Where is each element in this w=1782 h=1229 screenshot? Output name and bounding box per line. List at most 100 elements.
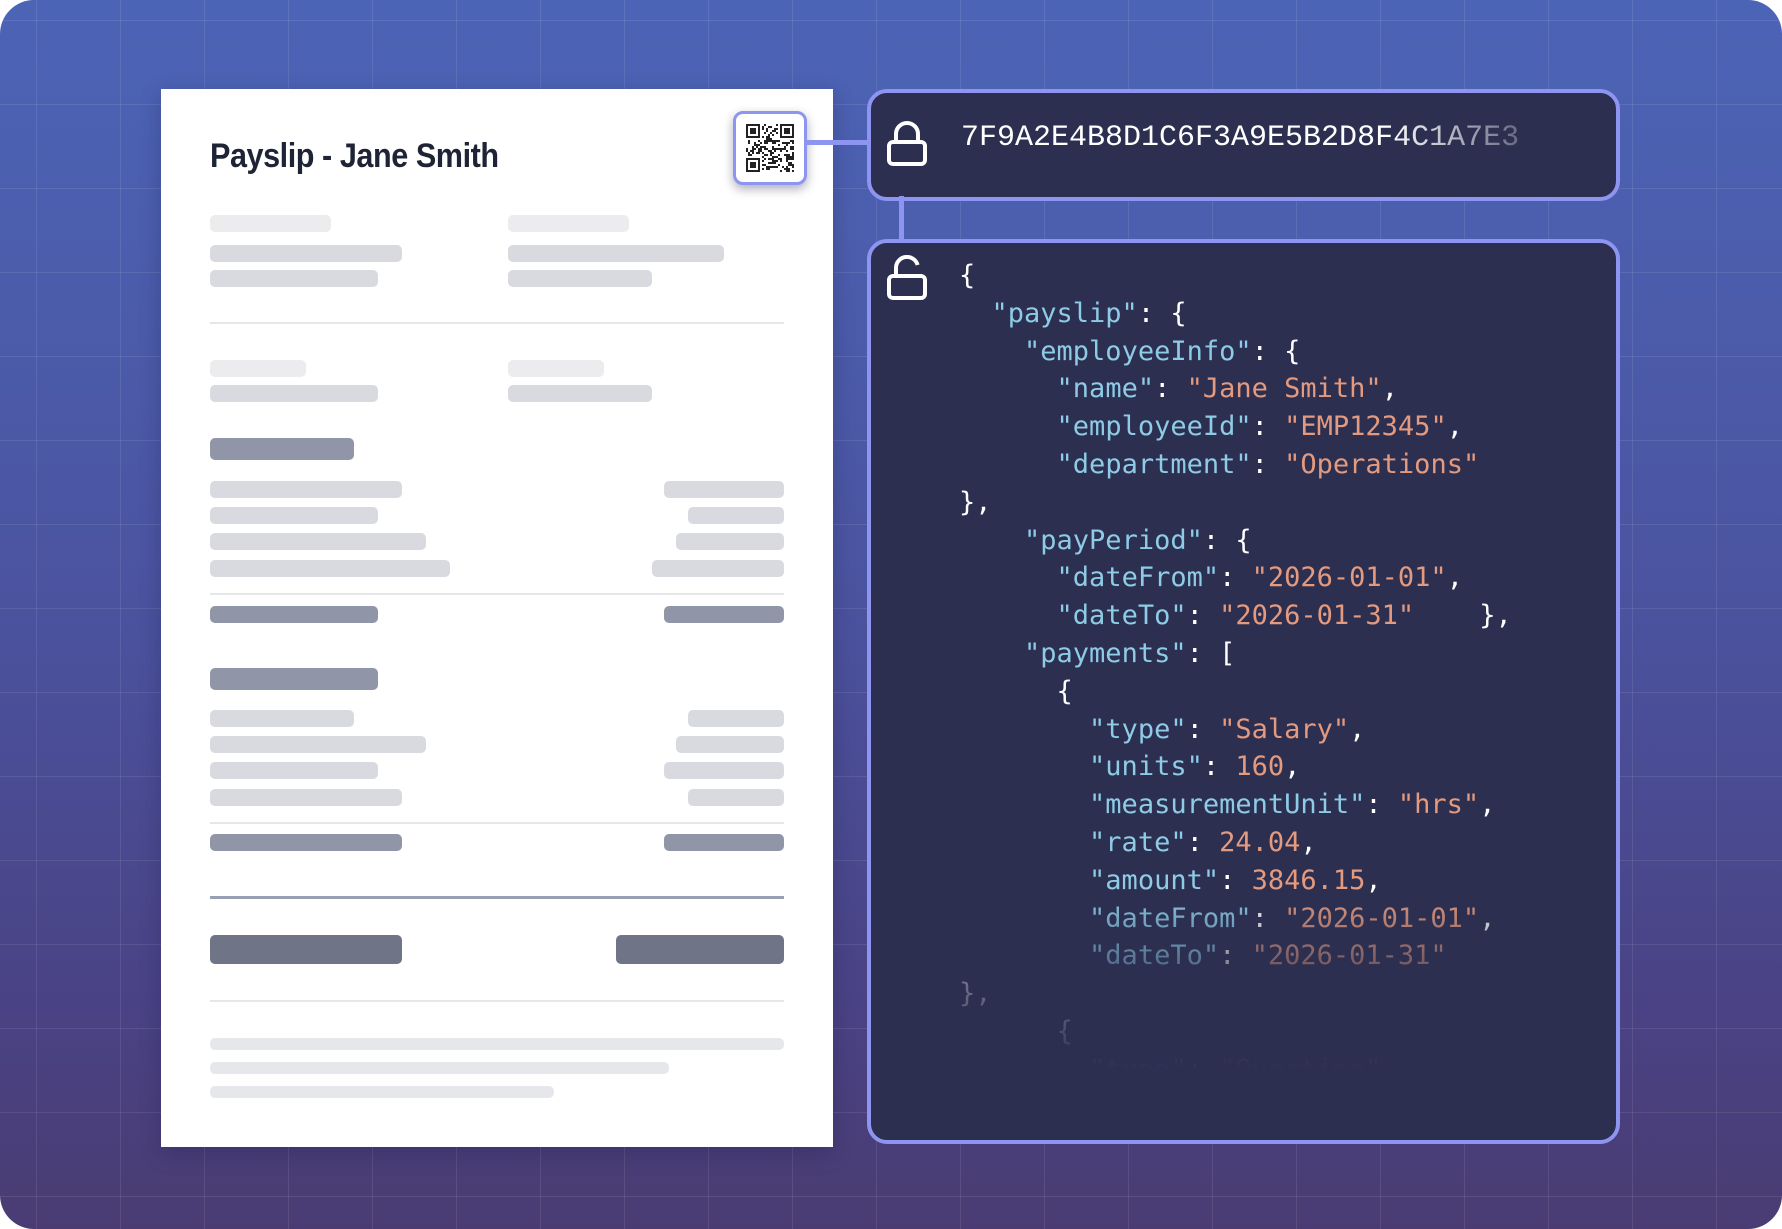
json-punctuation: ,	[1381, 373, 1398, 405]
code-line: "payPeriod": {	[959, 525, 1252, 556]
document-title: Payslip - Jane Smith	[210, 137, 499, 175]
json-punctuation: ,	[1446, 562, 1463, 594]
json-value: "2026-01-31"	[1219, 600, 1415, 632]
json-punctuation: },	[959, 486, 992, 518]
placeholder-value	[676, 533, 784, 550]
json-key: "amount"	[1089, 864, 1220, 896]
json-punctuation: :	[1186, 600, 1220, 632]
placeholder-line	[210, 245, 402, 262]
json-punctuation	[959, 336, 1024, 367]
placeholder-line	[210, 533, 426, 550]
json-punctuation	[959, 714, 1089, 745]
json-punctuation: {	[959, 1015, 1073, 1047]
code-line: "employeeId": "EMP12345",	[959, 411, 1463, 442]
json-code-block: { "payslip": { "employeeInfo": { "name":…	[959, 257, 1512, 1089]
json-value: "EMP12345"	[1284, 411, 1447, 443]
placeholder-line	[210, 710, 354, 727]
placeholder-line	[210, 360, 306, 377]
json-punctuation	[959, 411, 1057, 442]
connector-line	[899, 196, 904, 242]
json-punctuation	[959, 789, 1089, 820]
json-punctuation: :	[1186, 1053, 1220, 1085]
json-punctuation: :	[1219, 562, 1252, 594]
total-label-placeholder	[210, 935, 402, 964]
code-line: "dateTo": "2026-01-31"	[959, 940, 1447, 971]
lock-closed-icon	[887, 121, 927, 166]
json-punctuation	[959, 638, 1024, 669]
divider	[210, 593, 784, 595]
code-line: "amount": 3846.15,	[959, 865, 1382, 896]
placeholder-line	[210, 481, 402, 498]
divider	[210, 822, 784, 824]
code-line: {	[959, 1016, 1073, 1047]
placeholder-line	[210, 762, 378, 779]
json-punctuation: : {	[1251, 335, 1301, 367]
json-key: "payments"	[1024, 637, 1187, 669]
json-punctuation: :	[1251, 902, 1285, 934]
json-key: "name"	[1056, 373, 1155, 405]
json-punctuation: : {	[1137, 297, 1187, 329]
placeholder-line	[210, 789, 402, 806]
json-punctuation	[959, 865, 1089, 896]
lock-open-icon	[887, 255, 927, 300]
json-punctuation: {	[959, 675, 1073, 707]
code-line: "name": "Jane Smith",	[959, 373, 1398, 404]
code-line: "dateFrom": "2026-01-01",	[959, 903, 1495, 934]
code-line: "dateFrom": "2026-01-01",	[959, 562, 1463, 593]
json-value: 160	[1235, 751, 1285, 783]
json-punctuation: ,	[1479, 789, 1496, 821]
json-value: "Salary"	[1219, 713, 1350, 745]
json-punctuation: :	[1186, 713, 1220, 745]
code-line: "payslip": {	[959, 298, 1187, 329]
code-line: "dateTo": "2026-01-31" },	[959, 600, 1512, 631]
json-key: "payPeriod"	[1024, 524, 1203, 556]
code-line: },	[959, 978, 992, 1009]
placeholder-line	[508, 360, 604, 377]
placeholder-line	[210, 736, 426, 753]
json-value: "Jane Smith"	[1186, 373, 1382, 405]
json-key: "payslip"	[991, 297, 1138, 329]
json-punctuation	[959, 1054, 1089, 1085]
json-value: "2026-01-01"	[1284, 902, 1480, 934]
subtotal-placeholder	[210, 606, 378, 623]
json-key: "dateFrom"	[1089, 902, 1252, 934]
json-punctuation: :	[1251, 411, 1285, 443]
json-punctuation	[959, 298, 992, 329]
json-punctuation	[959, 940, 1089, 971]
json-value: "2026-01-31"	[1251, 940, 1447, 972]
json-punctuation	[959, 751, 1089, 782]
payslip-document: Payslip - Jane Smith	[161, 89, 833, 1147]
section-heading-placeholder	[210, 668, 378, 690]
json-punctuation: },	[1414, 600, 1512, 632]
footer-line	[210, 1038, 784, 1050]
placeholder-line	[210, 385, 378, 402]
code-line: "employeeInfo": {	[959, 336, 1300, 367]
subtotal-value-placeholder	[664, 834, 784, 851]
placeholder-value	[688, 789, 784, 806]
json-value: "Operations"	[1284, 448, 1480, 480]
json-value: "2026-01-01"	[1251, 562, 1447, 594]
qr-code-icon	[746, 124, 794, 172]
code-line: "department": "Operations"	[959, 448, 1480, 480]
json-punctuation	[959, 562, 1057, 593]
json-value: "Overtime"	[1219, 1053, 1382, 1085]
code-line: "units": 160,	[959, 751, 1300, 782]
json-key: "type"	[1089, 1053, 1187, 1085]
total-value-placeholder	[616, 935, 784, 964]
json-punctuation	[959, 600, 1057, 631]
json-key: "measurementUnit"	[1089, 789, 1366, 821]
placeholder-line	[210, 215, 331, 232]
total-divider	[210, 896, 784, 899]
code-line: "type": "Overtime",	[959, 1054, 1398, 1085]
placeholder-value	[688, 507, 784, 524]
code-line: "rate": 24.04,	[959, 827, 1317, 858]
json-punctuation: ,	[1381, 1053, 1398, 1085]
json-value: "hrs"	[1397, 789, 1480, 821]
json-key: "dateFrom"	[1056, 562, 1220, 594]
diagram-canvas: Payslip - Jane Smith 7F9A2E4B8D1C6F3A9E5…	[0, 0, 1782, 1229]
json-key: "units"	[1089, 751, 1203, 783]
placeholder-line	[508, 385, 652, 402]
json-punctuation: : {	[1202, 524, 1252, 556]
placeholder-line	[508, 215, 629, 232]
placeholder-line	[210, 270, 378, 287]
